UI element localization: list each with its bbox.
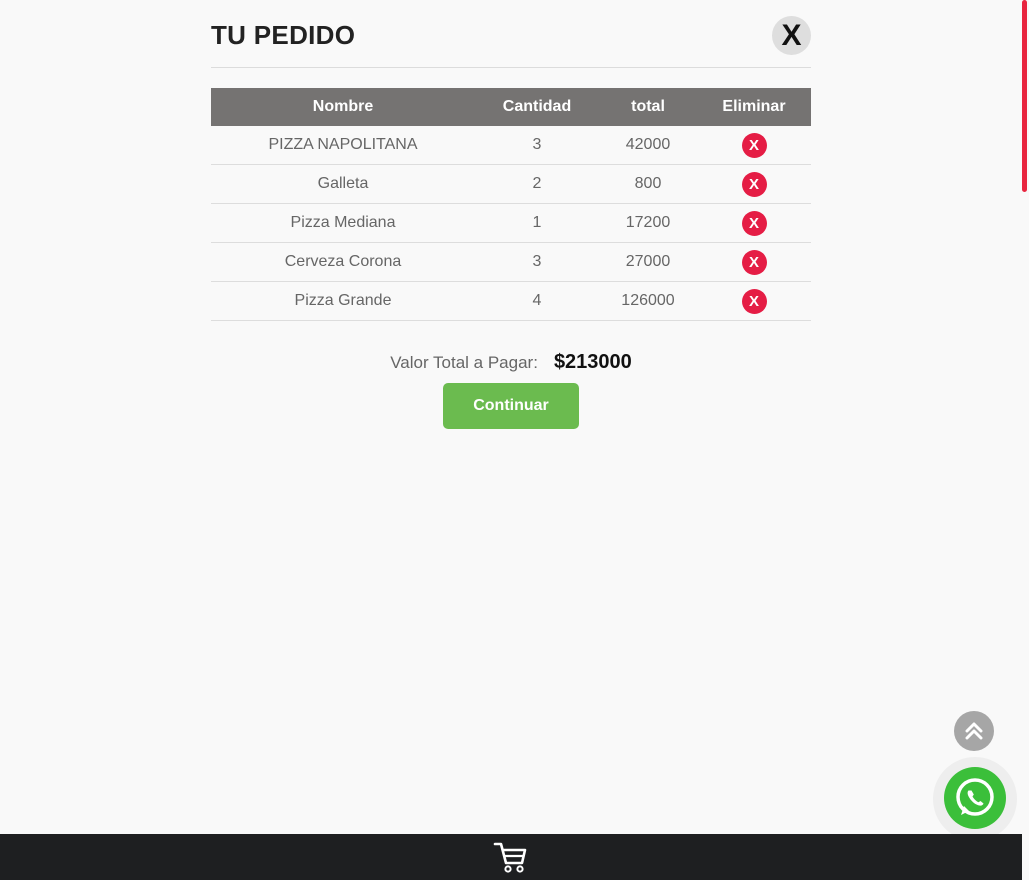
close-button[interactable]: X [772,16,811,55]
table-row: Galleta 2 800 X [211,164,811,204]
table-header-row: Nombre Cantidad total Eliminar [211,88,811,126]
delete-item-button[interactable]: X [741,288,767,314]
item-name: PIZZA NAPOLITANA [211,126,475,165]
item-total: 126000 [599,281,697,321]
order-table: Nombre Cantidad total Eliminar PIZZA NAP… [211,88,811,321]
delete-item-button[interactable]: X [741,171,767,197]
scroll-top-button[interactable] [954,711,994,751]
total-value: $213000 [553,351,632,373]
column-header-nombre: Nombre [211,88,475,126]
page-title: TU PEDIDO [211,20,356,50]
whatsapp-widget [933,757,1017,841]
item-total: 17200 [599,203,697,243]
table-row: Cerveza Corona 3 27000 X [211,242,811,282]
item-total: 800 [599,164,697,204]
delete-item-button[interactable]: X [741,210,767,236]
item-quantity: 3 [475,126,599,165]
shopping-cart-icon [493,842,527,873]
table-row: Pizza Mediana 1 17200 X [211,203,811,243]
item-total: 42000 [599,126,697,165]
delete-item-button[interactable]: X [741,249,767,275]
table-row: PIZZA NAPOLITANA 3 42000 X [211,126,811,165]
item-name: Pizza Mediana [211,203,475,243]
table-row: Pizza Grande 4 126000 X [211,281,811,321]
cart-button[interactable] [493,839,529,875]
item-name: Galleta [211,164,475,204]
item-quantity: 3 [475,242,599,282]
item-delete-cell: X [697,126,811,165]
item-total: 27000 [599,242,697,282]
bottom-bar [0,834,1022,880]
order-header: TU PEDIDO X [211,0,811,68]
order-panel: TU PEDIDO X Nombre Cantidad total Elimin… [211,0,811,429]
column-header-cantidad: Cantidad [475,88,599,126]
item-delete-cell: X [697,164,811,204]
item-quantity: 1 [475,203,599,243]
double-chevron-up-icon [965,722,983,740]
column-header-eliminar: Eliminar [697,88,811,126]
whatsapp-button[interactable] [944,767,1006,829]
item-delete-cell: X [697,281,811,321]
item-delete-cell: X [697,203,811,243]
whatsapp-icon [956,778,994,816]
continue-button[interactable]: Continuar [443,383,579,429]
column-header-total: total [599,88,697,126]
total-label: Valor Total a Pagar: [390,353,538,372]
item-name: Cerveza Corona [211,242,475,282]
continue-wrapper: Continuar [211,383,811,429]
item-quantity: 2 [475,164,599,204]
delete-item-button[interactable]: X [741,132,767,158]
item-name: Pizza Grande [211,281,475,321]
page-scrollbar-thumb[interactable] [1022,0,1027,192]
item-delete-cell: X [697,242,811,282]
order-total: Valor Total a Pagar: $213000 [211,351,811,375]
item-quantity: 4 [475,281,599,321]
